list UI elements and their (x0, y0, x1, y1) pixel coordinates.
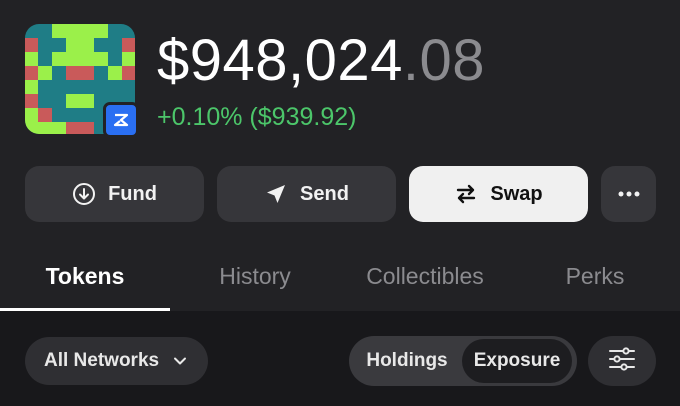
send-button[interactable]: Send (217, 166, 396, 222)
more-button[interactable] (601, 166, 656, 222)
send-label: Send (300, 182, 349, 205)
paper-plane-icon (264, 182, 288, 206)
tab-history[interactable]: History (170, 250, 340, 310)
swap-arrows-icon (454, 182, 478, 206)
holdings-option[interactable]: Holdings (352, 339, 462, 383)
tab-tokens[interactable]: Tokens (0, 250, 170, 310)
view-toggle: Holdings Exposure (349, 336, 577, 386)
fund-button[interactable]: Fund (25, 166, 204, 222)
tab-perks[interactable]: Perks (510, 250, 680, 310)
swap-label: Swap (490, 182, 543, 205)
wallet-screen: $948,024.08 +0.10% ($939.92) Fund Send S… (0, 0, 680, 406)
more-dots-icon (618, 191, 640, 197)
network-selector[interactable]: All Networks (25, 337, 208, 385)
wallet-avatar[interactable] (25, 24, 139, 138)
balance-change: +0.10% ($939.92) (157, 103, 357, 131)
total-balance: $948,024.08 (157, 28, 485, 94)
chevron-down-icon (173, 350, 187, 372)
tab-collectibles[interactable]: Collectibles (340, 250, 510, 310)
tab-bar: Tokens History Collectibles Perks (0, 250, 680, 310)
arrow-down-circle-icon (72, 182, 96, 206)
fund-label: Fund (108, 182, 157, 205)
exposure-option[interactable]: Exposure (462, 339, 572, 383)
filter-button[interactable] (588, 336, 656, 386)
balance-cents: .08 (402, 28, 486, 93)
sliders-icon (608, 346, 636, 376)
balance-main: $948,024 (157, 28, 403, 93)
swap-button[interactable]: Swap (409, 166, 588, 222)
chain-logo-icon (103, 102, 139, 138)
network-selector-label: All Networks (44, 350, 160, 371)
